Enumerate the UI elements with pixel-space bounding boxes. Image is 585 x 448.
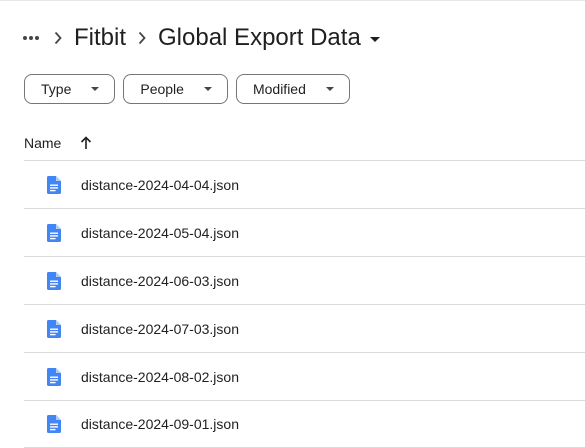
more-horiz-icon[interactable] (20, 27, 42, 49)
file-row[interactable]: distance-2024-05-04.json (24, 208, 585, 256)
arrow-up-icon[interactable] (78, 135, 94, 151)
filter-type-chip[interactable]: Type (24, 74, 116, 104)
file-row[interactable]: distance-2024-08-02.json (24, 352, 585, 400)
list-header: Name (24, 128, 94, 158)
file-name: distance-2024-06-03.json (81, 272, 239, 289)
filter-people-chip[interactable]: People (123, 74, 228, 104)
drive-file-browser: Fitbit Global Export Data Type People Mo… (0, 0, 585, 448)
document-icon (46, 367, 62, 386)
document-icon (46, 415, 62, 433)
filter-modified-chip[interactable]: Modified (235, 74, 350, 104)
caret-down-icon (325, 87, 334, 91)
filter-people-label: People (140, 81, 184, 97)
file-name: distance-2024-04-04.json (81, 176, 239, 193)
file-row[interactable]: distance-2024-04-04.json (24, 160, 585, 208)
chevron-right-icon (126, 26, 158, 50)
file-row[interactable]: distance-2024-09-01.json (24, 400, 585, 448)
caret-down-icon (369, 36, 380, 42)
filter-chips: Type People Modified (24, 74, 350, 104)
filter-type-label: Type (41, 81, 72, 97)
file-name: distance-2024-08-02.json (81, 368, 239, 385)
file-row[interactable]: distance-2024-06-03.json (24, 256, 585, 304)
file-name: distance-2024-07-03.json (81, 320, 239, 337)
document-icon (46, 271, 62, 290)
breadcrumb-item-fitbit[interactable]: Fitbit (74, 24, 126, 52)
chevron-right-icon (42, 26, 74, 50)
file-list: distance-2024-04-04.json distance-2024-0… (24, 160, 585, 448)
document-icon (46, 175, 62, 194)
caret-down-icon (91, 87, 100, 91)
breadcrumb-current-folder[interactable]: Global Export Data (158, 24, 384, 52)
document-icon (46, 223, 62, 242)
caret-down-icon (203, 87, 212, 91)
file-name: distance-2024-05-04.json (81, 224, 239, 241)
column-header-name[interactable]: Name (24, 135, 61, 151)
file-name: distance-2024-09-01.json (81, 416, 239, 432)
current-folder-title: Global Export Data (158, 24, 361, 51)
breadcrumb: Fitbit Global Export Data (20, 20, 384, 56)
filter-modified-label: Modified (252, 81, 306, 97)
file-row[interactable]: distance-2024-07-03.json (24, 304, 585, 352)
document-icon (46, 319, 62, 338)
top-divider (0, 0, 585, 1)
